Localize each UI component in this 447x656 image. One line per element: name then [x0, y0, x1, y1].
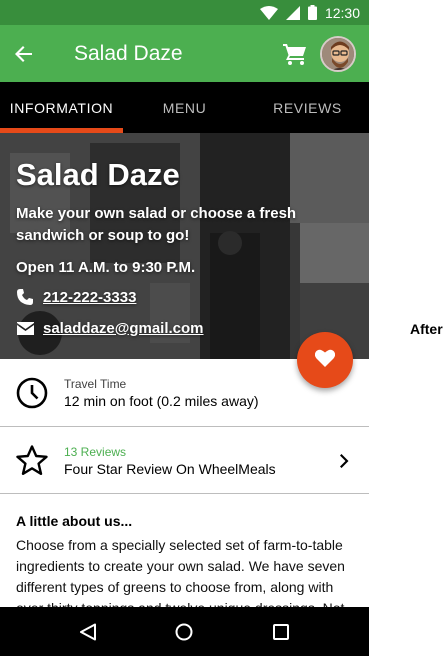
app-bar-title: Salad Daze — [74, 41, 183, 65]
nav-recents-icon[interactable] — [266, 617, 296, 647]
review-count: 13 Reviews — [64, 444, 127, 459]
mail-icon — [16, 319, 34, 337]
heart-icon — [314, 349, 336, 372]
review-summary: Four Star Review On WheelMeals — [64, 460, 276, 477]
reviews-texts: 13 Reviews Four Star Review On WheelMeal… — [64, 445, 333, 477]
tab-reviews[interactable]: REVIEWS — [246, 82, 369, 134]
tab-menu[interactable]: MENU — [123, 82, 246, 134]
travel-time-value: 12 min on foot (0.2 miles away) — [64, 392, 259, 409]
phone-link[interactable]: 212-222-3333 — [43, 289, 136, 306]
restaurant-name: Salad Daze — [16, 157, 180, 192]
opening-hours: Open 11 A.M. to 9:30 P.M. — [16, 259, 196, 276]
side-label: After — [410, 321, 443, 337]
avatar[interactable] — [320, 35, 356, 72]
email-link[interactable]: saladdaze@gmail.com — [43, 320, 204, 337]
phone-row[interactable]: 212-222-3333 — [16, 288, 357, 306]
email-row[interactable]: saladdaze@gmail.com — [16, 319, 357, 337]
phone-icon — [16, 288, 34, 306]
reviews-row[interactable]: 13 Reviews Four Star Review On WheelMeal… — [0, 428, 369, 494]
about-section: A little about us... Choose from a speci… — [16, 513, 361, 619]
hero-banner: Salad Daze Make your own salad or choose… — [0, 133, 369, 359]
status-time: 12:30 — [324, 4, 360, 21]
star-icon — [16, 445, 48, 477]
cart-icon[interactable] — [280, 39, 310, 69]
nav-back-icon[interactable] — [73, 617, 103, 647]
navigation-bar — [0, 607, 369, 656]
favorite-button[interactable] — [297, 332, 353, 388]
status-bar: 12:30 — [0, 0, 369, 25]
wifi-icon — [259, 5, 278, 20]
nav-home-icon[interactable] — [169, 617, 199, 647]
back-arrow-icon[interactable] — [0, 25, 48, 82]
about-heading: A little about us... — [16, 513, 133, 529]
signal-icon — [285, 5, 300, 20]
phone-screen: 12:30 Salad Daze INFORMATION MENU REVIEW… — [0, 0, 369, 656]
restaurant-description: Make your own salad or choose a fresh sa… — [16, 205, 297, 244]
chevron-right-icon[interactable] — [333, 449, 357, 473]
tab-bar: INFORMATION MENU REVIEWS — [0, 82, 369, 134]
clock-icon — [16, 377, 48, 409]
battery-icon — [307, 5, 317, 20]
tab-information[interactable]: INFORMATION — [0, 82, 123, 134]
hero-content: Salad Daze Make your own salad or choose… — [16, 157, 357, 350]
app-bar: Salad Daze — [0, 25, 369, 82]
